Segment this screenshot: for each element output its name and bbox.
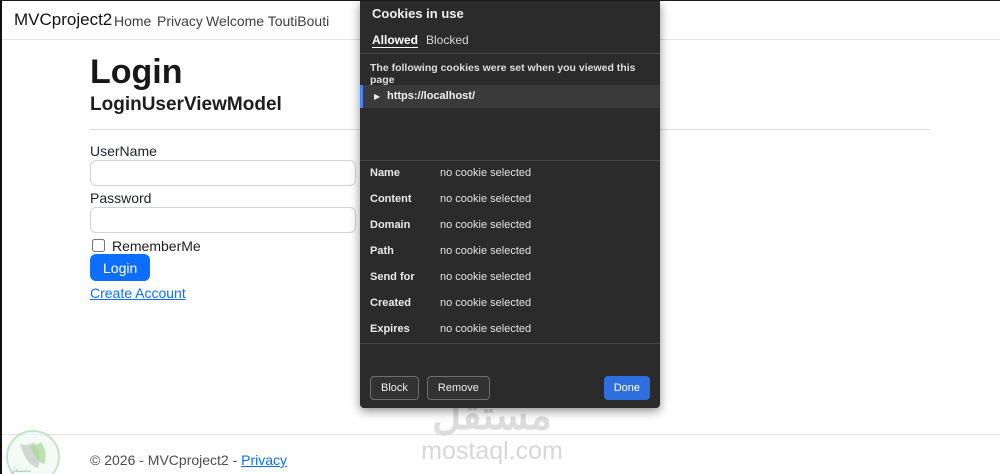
rememberme-checkbox[interactable] — [92, 239, 105, 252]
detail-row-sendfor: Send for no cookie selected — [360, 265, 660, 291]
detail-label: Content — [370, 193, 412, 205]
cookie-site-url: https://localhost/ — [387, 90, 475, 102]
detail-label: Domain — [370, 219, 410, 231]
detail-label: Name — [370, 167, 400, 179]
cookies-description: The following cookies were set when you … — [370, 62, 650, 86]
username-label: UserName — [90, 143, 157, 159]
form-subtitle: LoginUserViewModel — [90, 94, 282, 116]
navbar-brand[interactable]: MVCproject2 — [14, 10, 112, 30]
nav-link-home[interactable]: Home — [114, 13, 151, 29]
watermark-domain: mostaql.com — [382, 437, 602, 466]
password-field[interactable] — [90, 207, 356, 233]
cookie-details-panel: Name no cookie selected Content no cooki… — [360, 160, 660, 344]
detail-row-path: Path no cookie selected — [360, 239, 660, 265]
detail-label: Expires — [370, 323, 410, 335]
done-button[interactable]: Done — [604, 376, 650, 400]
footer-copyright: © 2026 - MVCproject2 - Privacy — [90, 452, 287, 468]
detail-row-domain: Domain no cookie selected — [360, 213, 660, 239]
detail-row-created: Created no cookie selected — [360, 291, 660, 317]
remove-button[interactable]: Remove — [427, 376, 490, 400]
detail-value: no cookie selected — [440, 271, 531, 283]
detail-label: Path — [370, 245, 394, 257]
password-label: Password — [90, 190, 151, 206]
tab-blocked[interactable]: Blocked — [426, 33, 469, 47]
dialog-buttons: Block Remove Done — [370, 376, 650, 400]
svg-text:مستقل: مستقل — [10, 466, 31, 474]
page: MVCproject2 Home Privacy Welcome ToutiBo… — [0, 0, 1000, 474]
nav-link-privacy[interactable]: Privacy — [157, 13, 203, 29]
block-button[interactable]: Block — [370, 376, 419, 400]
username-field[interactable] — [90, 160, 356, 186]
cookies-dialog: Cookies in use Allowed Blocked The follo… — [360, 1, 660, 408]
detail-row-content: Content no cookie selected — [360, 187, 660, 213]
detail-value: no cookie selected — [440, 219, 531, 231]
dialog-title: Cookies in use — [372, 6, 464, 21]
detail-value: no cookie selected — [440, 245, 531, 257]
focus-indicator — [360, 85, 363, 108]
page-title: Login — [90, 53, 183, 92]
detail-value: no cookie selected — [440, 323, 531, 335]
login-button[interactable]: Login — [90, 254, 150, 281]
create-account-link[interactable]: Create Account — [90, 285, 186, 301]
detail-row-name: Name no cookie selected — [360, 161, 660, 187]
detail-value: no cookie selected — [440, 297, 531, 309]
footer-privacy-link[interactable]: Privacy — [241, 452, 287, 468]
mostaql-logo-icon: مستقل — [4, 428, 62, 474]
detail-label: Created — [370, 297, 411, 309]
detail-value: no cookie selected — [440, 167, 531, 179]
copyright-text: © 2026 - MVCproject2 - — [90, 452, 237, 468]
detail-value: no cookie selected — [440, 193, 531, 205]
tab-allowed[interactable]: Allowed — [372, 33, 418, 47]
detail-row-expires: Expires no cookie selected — [360, 317, 660, 343]
nav-link-welcome[interactable]: Welcome ToutiBouti — [206, 13, 329, 29]
rememberme-label: RememberMe — [112, 238, 201, 254]
detail-label: Send for — [370, 271, 415, 283]
cookie-site-row[interactable]: ▶ https://localhost/ — [360, 85, 660, 108]
expand-arrow-icon[interactable]: ▶ — [374, 92, 380, 101]
dialog-divider — [360, 53, 660, 54]
